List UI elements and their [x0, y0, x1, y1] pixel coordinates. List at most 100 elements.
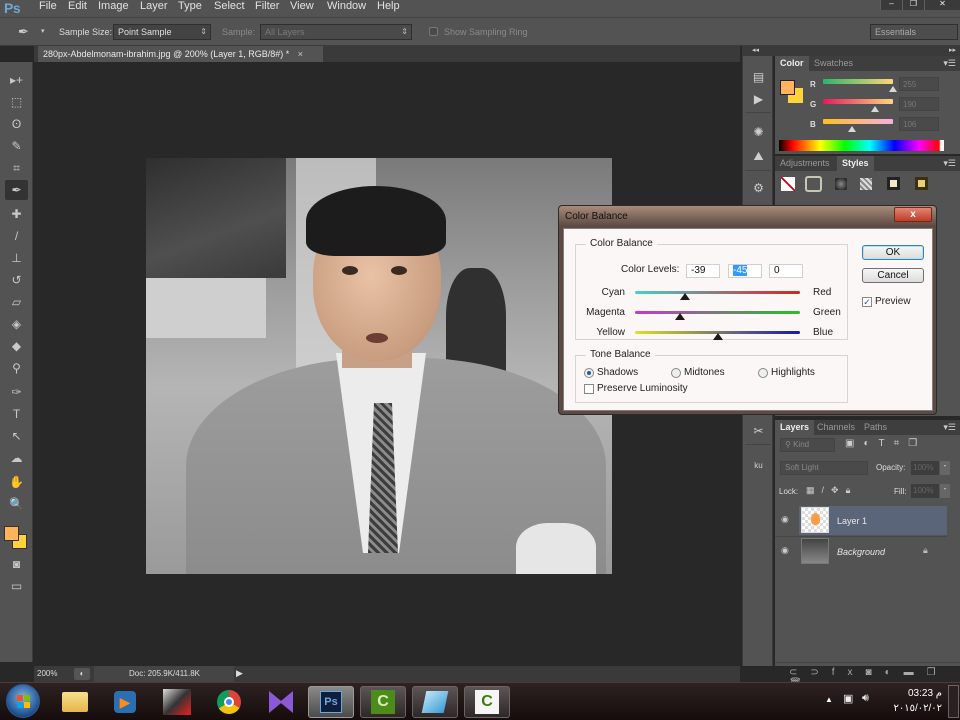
clone-source-icon[interactable]: ⚙ [748, 178, 769, 198]
mask-icon[interactable]: ◙ [866, 667, 885, 678]
taskbar-camtasia-studio[interactable]: C [464, 686, 510, 718]
filter-type-icon[interactable]: T [879, 438, 894, 449]
panel-menu-icon[interactable]: ▾☰ [943, 422, 956, 433]
lasso-tool[interactable]: ʘ [5, 114, 28, 134]
yellow-blue-slider-thumb[interactable] [712, 333, 723, 340]
red-value-field[interactable]: 255 [899, 77, 939, 91]
level-magenta-green-field[interactable]: -45 [728, 264, 762, 278]
quick-mask-icon[interactable]: ◙ [5, 554, 28, 574]
filter-smart-object-icon[interactable]: ❐ [908, 438, 926, 449]
tab-paths[interactable]: Paths [859, 420, 892, 435]
style-gold-swatch[interactable] [915, 177, 928, 190]
menu-window[interactable]: Window [327, 0, 366, 13]
dialog-close-button[interactable]: x [894, 207, 932, 222]
blue-channel-slider[interactable] [823, 119, 893, 124]
link-icon[interactable]: ⊂⊃ [789, 667, 832, 678]
green-slider-thumb[interactable] [871, 106, 880, 112]
style-glass-swatch[interactable] [860, 178, 872, 190]
brush-presets-icon[interactable]: ⛰ [748, 146, 769, 166]
eraser-tool[interactable]: ▱ [5, 292, 28, 312]
zoom-tool[interactable]: 🔍 [5, 494, 28, 514]
style-dark-swatch[interactable] [835, 178, 847, 190]
type-tool[interactable]: T [5, 404, 28, 424]
fill-field[interactable]: 100% [911, 484, 939, 498]
new-layer-icon[interactable]: ❐ [927, 667, 949, 678]
fill-dropdown-icon[interactable]: - [940, 484, 950, 498]
blur-tool[interactable]: ◆ [5, 336, 28, 356]
level-cyan-red-field[interactable]: -39 [686, 264, 720, 278]
tab-swatches[interactable]: Swatches [809, 56, 858, 71]
lock-position-icon[interactable]: ✥ [831, 485, 846, 495]
red-channel-slider[interactable] [823, 79, 893, 84]
cancel-button[interactable]: Cancel [862, 268, 924, 283]
filter-adjustment-icon[interactable]: ◐ [863, 438, 878, 449]
layer-row-background[interactable]: ◉ Background 🔒︎ [775, 536, 947, 565]
blend-mode-select[interactable]: Soft Light [780, 461, 868, 475]
panel-menu-icon[interactable]: ▾☰ [943, 58, 956, 69]
tab-styles[interactable]: Styles [837, 156, 874, 171]
tab-color[interactable]: Color [775, 56, 809, 71]
collapse-panels-icon[interactable]: ◂◂ [752, 46, 759, 54]
style-frame-swatch[interactable] [887, 177, 900, 190]
red-slider-thumb[interactable] [889, 86, 897, 92]
tool-presets-icon[interactable]: ✂ [748, 421, 769, 441]
opacity-dropdown-icon[interactable]: - [940, 461, 950, 475]
menu-type[interactable]: Type [178, 0, 202, 13]
foreground-color-swatch[interactable] [780, 80, 795, 95]
move-tool[interactable]: ▸+ [5, 70, 28, 90]
blue-value-field[interactable]: 106 [899, 117, 939, 131]
zoom-level[interactable]: 200% [37, 669, 57, 678]
shadows-radio[interactable] [584, 368, 594, 378]
green-value-field[interactable]: 190 [899, 97, 939, 111]
clock-time[interactable]: 03:23 م [890, 688, 942, 699]
group-folder-icon[interactable]: ▬ [904, 667, 927, 678]
lock-transparent-icon[interactable]: ▦ [806, 485, 822, 495]
preserve-luminosity-checkbox[interactable] [584, 384, 594, 394]
screen-mode-icon[interactable]: ▭ [5, 576, 28, 596]
sample-select[interactable]: All Layers ⇕ [260, 24, 412, 40]
blue-slider-thumb[interactable] [848, 126, 857, 132]
taskbar-visual-studio[interactable] [258, 686, 304, 718]
minimize-button[interactable]: – [880, 0, 902, 10]
paint-bucket-tool[interactable]: ◈ [5, 314, 28, 334]
sampling-ring-checkbox[interactable] [429, 27, 438, 36]
foreground-color-swatch[interactable] [4, 526, 19, 541]
tab-adjustments[interactable]: Adjustments [775, 156, 835, 171]
menu-view[interactable]: View [290, 0, 314, 13]
highlights-radio[interactable] [758, 368, 768, 378]
path-select-tool[interactable]: ↖ [5, 426, 28, 446]
brush-tool[interactable]: / [5, 226, 28, 246]
style-none-swatch[interactable] [781, 177, 795, 191]
tab-channels[interactable]: Channels [812, 420, 860, 435]
cyan-red-slider-thumb[interactable] [680, 293, 691, 300]
document-image[interactable] [146, 158, 612, 574]
visibility-eye-icon[interactable]: ◉ [781, 545, 789, 556]
dodge-tool[interactable]: ⚲ [5, 358, 28, 378]
crop-tool[interactable]: ⌗ [5, 158, 28, 178]
kuler-icon[interactable]: ku [748, 456, 769, 476]
adjustment-icon[interactable]: ◐ [885, 667, 904, 678]
cyan-red-slider[interactable] [635, 291, 800, 294]
start-button[interactable] [6, 684, 40, 718]
green-channel-slider[interactable] [823, 99, 893, 104]
close-window-button[interactable]: ✕ [924, 0, 960, 10]
layer-row-layer-1[interactable]: ◉ Layer 1 [775, 506, 947, 535]
actions-play-icon[interactable]: ▶ [748, 89, 769, 109]
taskbar-camtasia-recorder[interactable]: C [360, 686, 406, 718]
network-icon[interactable]: ▣ [843, 692, 853, 705]
lock-all-icon[interactable]: 🔒︎ [846, 485, 858, 495]
brush-settings-icon[interactable]: ✺ [748, 122, 769, 142]
marquee-tool[interactable]: ⬚ [5, 92, 28, 112]
taskbar-media-player[interactable]: ▶ [102, 686, 148, 718]
color-spectrum-ramp[interactable] [779, 140, 944, 151]
ok-button[interactable]: OK [862, 245, 924, 260]
status-share-icon[interactable]: ◐ [74, 668, 90, 680]
style-border-swatch[interactable] [805, 176, 822, 192]
restore-button[interactable]: ❐ [902, 0, 924, 10]
filter-shape-icon[interactable]: ⌗ [894, 438, 909, 449]
taskbar-video-app[interactable] [154, 686, 200, 718]
tool-preset-chevron-icon[interactable]: ▾ [41, 27, 45, 35]
menu-edit[interactable]: Edit [68, 0, 87, 13]
menu-layer[interactable]: Layer [140, 0, 168, 13]
menu-image[interactable]: Image [98, 0, 129, 13]
